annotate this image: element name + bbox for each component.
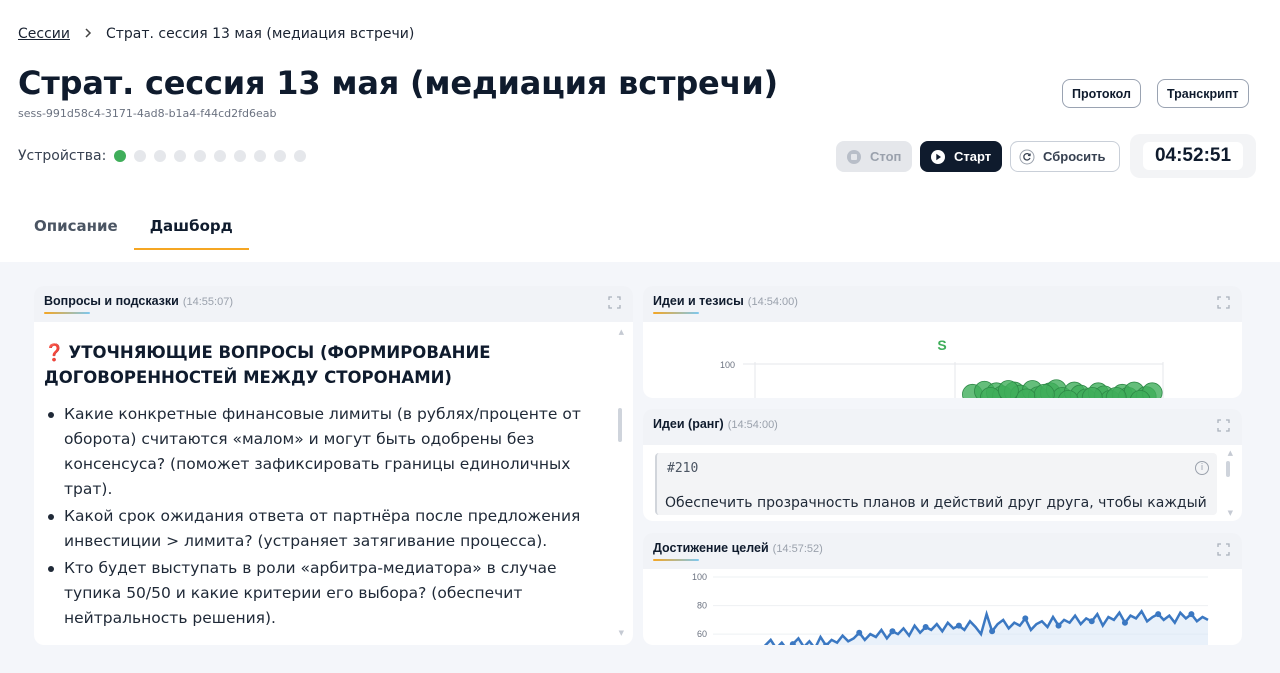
goals-line-chart: 100806040 xyxy=(692,572,1209,645)
questions-heading-text: УТОЧНЯЮЩИЕ ВОПРОСЫ (ФОРМИРОВАНИЕ ДОГОВОР… xyxy=(44,343,491,387)
questions-heading: ❓ УТОЧНЯЮЩИЕ ВОПРОСЫ (ФОРМИРОВАНИЕ ДОГОВО… xyxy=(44,340,584,390)
session-timer: 04:52:51 xyxy=(1130,134,1256,178)
card-accent-line xyxy=(44,312,90,314)
tab-bar: Описание Дашборд xyxy=(18,208,249,250)
rank-card-body: #210 i Обеспечить прозрачность планов и … xyxy=(643,445,1242,521)
card-accent-line xyxy=(653,312,699,314)
scrollbar-thumb[interactable] xyxy=(1226,461,1230,477)
device-dot xyxy=(274,150,287,162)
tab-dashboard[interactable]: Дашборд xyxy=(133,208,249,250)
start-button[interactable]: Старт xyxy=(920,141,1002,172)
page-title: Страт. сессия 13 мая (медиация встречи) xyxy=(18,64,778,102)
ideas-rank-card: Идеи (ранг) (14:54:00) #210 i Обеспечить … xyxy=(643,409,1242,521)
questions-card-header: Вопросы и подсказки (14:55:07) xyxy=(44,294,233,308)
questions-card-time: (14:55:07) xyxy=(182,296,233,308)
card-accent-line xyxy=(653,559,699,561)
expand-icon[interactable] xyxy=(1217,419,1230,432)
scroll-down-icon[interactable]: ▼ xyxy=(1228,509,1233,517)
chart-point xyxy=(1088,618,1095,625)
list-item: Кто будет выступать в роли «арбитра-меди… xyxy=(44,556,604,631)
chart-point xyxy=(1022,615,1029,622)
chart-point xyxy=(997,380,1019,398)
questions-card-title: Вопросы и подсказки xyxy=(44,294,179,308)
devices-indicator: Устройства: xyxy=(18,148,314,164)
chevron-right-icon xyxy=(84,26,92,42)
device-dot xyxy=(234,150,247,162)
goals-card-body: 100806040 xyxy=(643,569,1242,645)
list-item: Какие конкретные финансовые лимиты (в ру… xyxy=(44,402,604,502)
goals-card-time: (14:57:52) xyxy=(772,543,823,555)
device-dot xyxy=(174,150,187,162)
chart-point xyxy=(955,622,962,629)
device-dots xyxy=(114,150,314,162)
start-label: Старт xyxy=(954,149,992,164)
scrollbar-thumb[interactable] xyxy=(618,408,622,442)
y-tick-label: 60 xyxy=(697,629,707,639)
breadcrumb: Сессии Страт. сессия 13 мая (медиация вс… xyxy=(18,26,414,42)
ideas-card-body: S 100 xyxy=(643,322,1242,398)
chart-point xyxy=(922,624,929,630)
timer-value: 04:52:51 xyxy=(1142,142,1244,170)
scroll-up-icon[interactable]: ▲ xyxy=(1228,449,1233,457)
chart-point xyxy=(1155,611,1162,618)
ideas-card-header: Идеи и тезисы (14:54:00) xyxy=(653,294,798,308)
rank-card-time: (14:54:00) xyxy=(727,419,778,431)
rank-item-text: Обеспечить прозрачность планов и действи… xyxy=(665,495,1207,511)
protocol-button[interactable]: Протокол xyxy=(1062,79,1141,108)
reset-button[interactable]: Сбросить xyxy=(1010,141,1120,172)
device-dot xyxy=(294,150,307,162)
chart-point xyxy=(1188,611,1195,618)
list-item: Какой срок ожидания ответа от партнёра п… xyxy=(44,504,604,554)
ideas-scatter-chart: S 100 xyxy=(720,337,1164,398)
stop-label: Стоп xyxy=(870,149,902,164)
device-dot xyxy=(154,150,167,162)
device-dot xyxy=(254,150,267,162)
stop-button[interactable]: Стоп xyxy=(836,141,912,172)
play-icon xyxy=(930,149,946,165)
y-tick-label: 80 xyxy=(697,601,707,611)
info-icon[interactable]: i xyxy=(1195,461,1209,475)
reset-icon xyxy=(1019,149,1035,165)
question-mark-icon: ❓ xyxy=(44,343,65,362)
device-dot xyxy=(214,150,227,162)
goals-card-title: Достижение целей xyxy=(653,541,769,555)
breadcrumb-current: Страт. сессия 13 мая (медиация встречи) xyxy=(105,26,415,42)
rank-card-header: Идеи (ранг) (14:54:00) xyxy=(653,417,778,431)
ideas-card-title: Идеи и тезисы xyxy=(653,294,744,308)
y-tick-label: 100 xyxy=(692,572,707,582)
session-id: sess-991d58c4-3171-4ad8-b1a4-f44cd2fd6ea… xyxy=(18,107,277,120)
goals-card-header: Достижение целей (14:57:52) xyxy=(653,541,823,555)
stop-icon xyxy=(846,149,862,165)
rank-item-id: #210 xyxy=(667,461,699,476)
reset-label: Сбросить xyxy=(1043,149,1106,164)
devices-label: Устройства: xyxy=(18,148,107,164)
scroll-down-icon[interactable]: ▼ xyxy=(619,629,624,637)
ideas-card-time: (14:54:00) xyxy=(747,296,798,308)
expand-icon[interactable] xyxy=(1217,296,1230,309)
questions-card: Вопросы и подсказки (14:55:07) ❓ УТОЧНЯЮЩИ… xyxy=(34,286,633,645)
rank-card-title: Идеи (ранг) xyxy=(653,417,724,431)
chart-point xyxy=(1055,622,1062,629)
device-dot xyxy=(114,150,127,162)
tab-description[interactable]: Описание xyxy=(18,208,134,250)
device-dot xyxy=(134,150,147,162)
scroll-up-icon[interactable]: ▲ xyxy=(619,328,624,336)
chart-point xyxy=(889,628,896,635)
questions-list: Какие конкретные финансовые лимиты (в ру… xyxy=(44,402,604,633)
y-tick-label: 100 xyxy=(720,360,735,370)
device-dot xyxy=(194,150,207,162)
breadcrumb-link-sessions[interactable]: Сессии xyxy=(18,26,70,42)
ideas-card: Идеи и тезисы (14:54:00) S 100 xyxy=(643,286,1242,398)
chart-point xyxy=(856,629,863,636)
chart-point xyxy=(1121,619,1128,626)
expand-icon[interactable] xyxy=(1217,543,1230,556)
goals-card: Достижение целей(14:57:52) 100806040 xyxy=(643,533,1242,645)
transcript-button[interactable]: Транскрипт xyxy=(1157,79,1249,108)
chart-point xyxy=(989,628,996,635)
list-item[interactable]: #210 i Обеспечить прозрачность планов и … xyxy=(655,453,1217,515)
questions-card-body: ❓ УТОЧНЯЮЩИЕ ВОПРОСЫ (ФОРМИРОВАНИЕ ДОГОВО… xyxy=(34,322,633,645)
chart-title: S xyxy=(937,337,946,353)
expand-icon[interactable] xyxy=(608,296,621,309)
